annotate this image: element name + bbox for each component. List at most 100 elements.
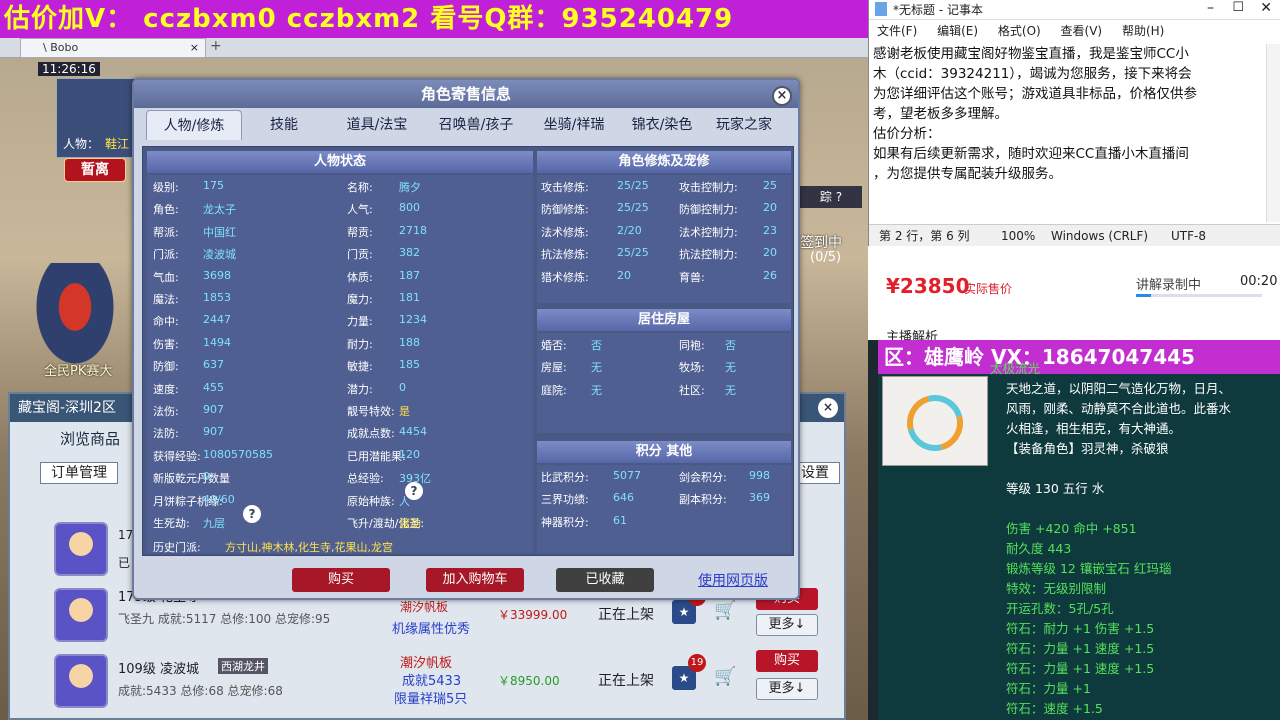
close-icon[interactable]: ✕ bbox=[1260, 0, 1272, 16]
field-label: 同袍: bbox=[679, 339, 705, 352]
field-label: 法伤: bbox=[153, 405, 179, 418]
field-value: 907 bbox=[203, 403, 224, 416]
minimize-icon[interactable]: – bbox=[1207, 0, 1214, 16]
item-attack: 伤害 +420 命中 +851 bbox=[1006, 521, 1137, 536]
tab-mounts[interactable]: 坐骑/祥瑞 bbox=[532, 110, 616, 140]
more-button[interactable]: 更多↓ bbox=[756, 678, 818, 700]
item-holes: 开运孔数：5孔/5孔 bbox=[1006, 601, 1114, 616]
row-tag: 潮汐帆板 bbox=[400, 600, 449, 614]
notepad-text-area[interactable]: 感谢老板使用藏宝阁好物鉴宝直播，我是鉴宝师CC小 木（ccid：39324211… bbox=[873, 44, 1261, 184]
field-value: 无 bbox=[591, 361, 602, 375]
more-button[interactable]: 更多↓ bbox=[756, 614, 818, 636]
dialog-body: 人物状态 级别: 175 名称: 腾夕 角色: 龙太子 人气: 800 帮派: 中国红 帮贡: 271… bbox=[142, 146, 794, 556]
menu-view[interactable]: 查看(V) bbox=[1061, 24, 1103, 38]
row-tag: 成就5433 bbox=[402, 674, 462, 689]
tab-home[interactable]: 玩家之家 bbox=[706, 110, 782, 140]
status-section: 级别: 175 名称: 腾夕 角色: 龙太子 人气: 800 帮派: 中国红 帮贡: 2718 门派: 凌… bbox=[147, 175, 533, 554]
field-value: 637 bbox=[203, 358, 224, 372]
field-value: 998 bbox=[749, 469, 770, 482]
field-label: 力量: bbox=[347, 315, 373, 329]
leave-button[interactable]: 暂离 bbox=[64, 158, 126, 182]
browse-link[interactable]: 浏览商品 bbox=[60, 428, 120, 449]
favorited-button[interactable]: 已收藏 bbox=[556, 568, 654, 592]
row-status: 正在上架 bbox=[598, 607, 654, 623]
add-to-cart-button[interactable]: 加入购物车 bbox=[426, 568, 524, 592]
field-label: 神器积分: bbox=[541, 515, 589, 529]
cart-icon[interactable]: 🛒 bbox=[714, 600, 736, 621]
buy-button[interactable]: 购买 bbox=[292, 568, 390, 592]
buy-button[interactable]: 购买 bbox=[756, 650, 818, 672]
field-value: 61 bbox=[613, 513, 627, 527]
char-info-panel: 人物： 鞋江 bbox=[56, 78, 136, 158]
help-icon[interactable]: ? bbox=[243, 505, 261, 523]
menu-edit[interactable]: 编辑(E) bbox=[937, 24, 978, 38]
field-value: 25/25 bbox=[617, 201, 649, 215]
server-badge: 西湖龙井 bbox=[218, 658, 268, 674]
text-line: ，为您提供专属配装升级服务。 bbox=[873, 166, 1062, 182]
field-label: 新版乾元丹数量 bbox=[153, 472, 230, 486]
field-value: 187 bbox=[399, 268, 420, 282]
item-rune: 符石：力量 +1 bbox=[1006, 681, 1091, 696]
field-value: 25/25 bbox=[617, 246, 649, 260]
tab-skills[interactable]: 技能 bbox=[254, 110, 314, 140]
field-value: 无 bbox=[591, 383, 602, 397]
field-value: 否 bbox=[725, 339, 736, 352]
menu-file[interactable]: 文件(F) bbox=[877, 24, 917, 38]
item-name: 太极流光 bbox=[990, 361, 1041, 376]
quest-tracker[interactable]: 踪 ? bbox=[800, 186, 862, 208]
game-clock: 11:26:16 bbox=[38, 62, 100, 76]
recording-label: 讲解录制中 bbox=[1136, 278, 1202, 293]
field-label: 名称: bbox=[347, 181, 373, 194]
field-label: 防御: bbox=[153, 360, 179, 374]
field-label: 帮贡: bbox=[347, 225, 373, 239]
web-version-link[interactable]: 使用网页版 bbox=[698, 570, 768, 590]
field-value: 5077 bbox=[613, 469, 641, 482]
field-value: 1853 bbox=[203, 291, 231, 304]
item-rune: 符石：力量 +1 速度 +1.5 bbox=[1006, 641, 1155, 656]
notepad-menu: 文件(F) 编辑(E) 格式(O) 查看(V) 帮助(H) bbox=[869, 20, 1280, 42]
notepad-window: *无标题 - 记事本 – ☐ ✕ 文件(F) 编辑(E) 格式(O) 查看(V)… bbox=[868, 0, 1280, 246]
row-tag: 限量祥瑞5只 bbox=[394, 692, 468, 707]
field-value: 否 bbox=[591, 339, 602, 352]
field-value: 188 bbox=[399, 335, 420, 349]
field-value: 20 bbox=[763, 201, 777, 215]
maximize-icon[interactable]: ☐ bbox=[1232, 0, 1244, 15]
field-value: 2718 bbox=[399, 223, 427, 237]
field-label: 获得经验: bbox=[153, 449, 201, 463]
field-label: 耐力: bbox=[347, 337, 373, 351]
close-icon[interactable]: × bbox=[772, 86, 792, 106]
field-label: 抗法控制力: bbox=[679, 248, 738, 262]
field-label: 原始种族: bbox=[347, 494, 395, 508]
order-mgmt-button[interactable]: 订单管理 bbox=[40, 462, 118, 484]
vertical-scrollbar[interactable] bbox=[1266, 44, 1280, 222]
event-label: 全民PK赛大 bbox=[44, 364, 113, 379]
menu-help[interactable]: 帮助(H) bbox=[1122, 24, 1164, 38]
new-tab-icon[interactable]: + bbox=[210, 38, 222, 54]
avatar bbox=[54, 588, 108, 642]
field-value: 渡劫 bbox=[399, 517, 421, 530]
cult-header: 角色修炼及宠修 bbox=[537, 151, 791, 173]
field-value: 2447 bbox=[203, 313, 231, 327]
row-stats: 飞圣九 成就:5117 总修:100 总宠修:95 bbox=[118, 612, 331, 626]
help-icon[interactable]: ? bbox=[405, 482, 423, 500]
cart-icon[interactable]: 🛒 bbox=[714, 666, 736, 687]
field-value: 4454 bbox=[399, 425, 427, 439]
table-row[interactable]: 109级 凌波城 西湖龙井 成就:5433 总修:68 总宠修:68 潮汐帆板 … bbox=[50, 650, 840, 712]
game-tab[interactable]: \ Bobo × bbox=[20, 38, 206, 58]
row-price: ￥8950.00 bbox=[498, 674, 560, 688]
field-label: 育兽: bbox=[679, 270, 705, 284]
field-label: 防御控制力: bbox=[679, 203, 738, 217]
tab-character[interactable]: 人物/修炼 bbox=[146, 110, 242, 140]
menu-format[interactable]: 格式(O) bbox=[998, 24, 1041, 38]
tab-items[interactable]: 道具/法宝 bbox=[332, 110, 422, 140]
item-rune: 符石：耐力 +1 伤害 +1.5 bbox=[1006, 621, 1155, 636]
tab-pets[interactable]: 召唤兽/孩子 bbox=[426, 110, 526, 140]
tab-outfits[interactable]: 锦衣/染色 bbox=[620, 110, 704, 140]
close-icon[interactable]: × bbox=[818, 398, 838, 418]
dialog-tabs: 人物/修炼 技能 道具/法宝 召唤兽/孩子 坐骑/祥瑞 锦衣/染色 玩家之家 bbox=[146, 110, 786, 140]
field-value: 181 bbox=[399, 291, 420, 304]
zoom-level: 100% bbox=[1001, 229, 1036, 243]
field-label: 牧场: bbox=[679, 361, 705, 375]
close-icon[interactable]: × bbox=[190, 39, 199, 57]
field-label: 魔法: bbox=[153, 293, 179, 306]
